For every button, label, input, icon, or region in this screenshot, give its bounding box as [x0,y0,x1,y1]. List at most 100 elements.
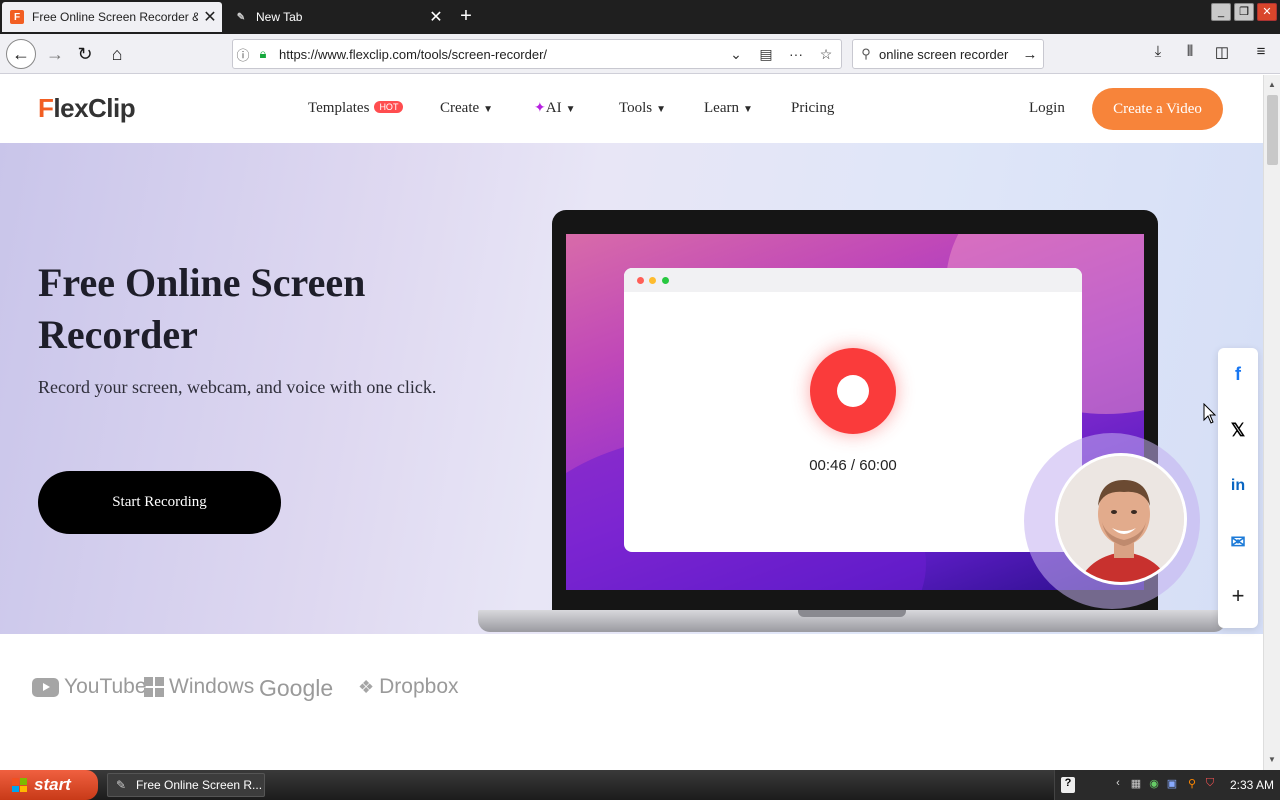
record-inner-dot [837,375,869,407]
brand-label: YouTube [64,675,147,698]
x-twitter-icon[interactable]: 𝕏 [1218,410,1258,450]
search-tray-icon[interactable]: ⚲ [1185,777,1199,793]
back-arrow-icon[interactable]: ← [6,39,36,69]
taskbar-clock: 2:33 AM [1229,778,1275,792]
start-button[interactable]: start [0,770,98,800]
youtube-play-icon [32,677,59,697]
email-icon[interactable]: ✉ [1218,522,1258,562]
minimize-window-icon[interactable]: _ [1211,3,1231,21]
google-logo: Google [259,675,333,702]
nav-label: Learn [704,100,739,116]
nav-label: Pricing [791,100,835,116]
logo-initial: F [38,93,54,123]
close-dot-icon [637,277,644,284]
new-tab-icon[interactable]: + [455,5,477,28]
hot-badge: HOT [374,101,404,113]
lock-icon[interactable]: 🔒︎ [253,46,273,62]
chevron-down-icon: ▼ [656,104,667,115]
network-icon[interactable]: ▣ [1165,777,1179,793]
scroll-down-arrow-icon[interactable]: ▼ [1264,752,1280,768]
downloads-icon[interactable]: ⤓ [1147,43,1169,65]
flexclip-logo[interactable]: FlexClip [38,93,136,124]
dropbox-logo: ❖ Dropbox [358,675,459,699]
tray-app-icon[interactable]: ▦ [1129,777,1143,793]
site-header: FlexClip Templates HOT Create ▼ ✦AI ▼ Tools… [0,75,1263,143]
share-sidebar: f 𝕏 in ✉ + [1218,348,1258,628]
start-recording-button[interactable]: Start Recording [38,471,281,534]
address-bar[interactable]: ⓘ 🔒︎ https://www.flexclip.com/tools/scre… [232,39,842,69]
flexclip-favicon-icon: F [10,10,24,24]
reload-icon[interactable]: ↻ [72,41,98,67]
search-bar[interactable]: ⚲ online screen recorder → [852,39,1044,69]
tray-expand-icon[interactable]: ‹ [1111,777,1125,793]
maximize-dot-icon [662,277,669,284]
close-window-icon[interactable]: ✕ [1257,3,1277,21]
nav-tools[interactable]: Tools ▼ [619,100,666,117]
library-icon[interactable]: ⫴ [1179,43,1201,65]
more-share-plus-icon[interactable]: + [1218,576,1258,616]
nav-learn[interactable]: Learn ▼ [704,100,753,117]
firefox-task-icon: ✎ [116,778,127,792]
start-label: start [34,775,71,794]
tab-new-tab[interactable]: ✎ New Tab ✕ [226,2,448,32]
tab-title: New Tab [256,10,303,24]
chevron-down-icon: ▼ [742,104,753,115]
linkedin-icon[interactable]: in [1218,466,1258,506]
windows-logo: Windows [144,675,254,699]
chevron-down-icon: ▼ [483,104,494,115]
reader-view-icon[interactable]: ▤ [751,46,781,63]
create-video-button[interactable]: Create a Video [1092,88,1223,130]
webcam-avatar [1055,453,1187,585]
scrollbar-thumb[interactable] [1267,95,1278,165]
scroll-up-arrow-icon[interactable]: ▲ [1264,77,1280,93]
browser-tab-bar: F Free Online Screen Recorder & We ✕ ✎ N… [0,0,1280,34]
close-tab-icon[interactable]: ✕ [424,7,448,27]
hero-subtitle: Record your screen, webcam, and voice wi… [38,377,437,397]
page-scrollbar[interactable]: ▲ ▼ [1263,75,1280,770]
os-taskbar: start ✎ Free Online Screen R... ? ‹ ▦ ◉ … [0,770,1280,800]
forward-arrow-icon[interactable]: → [42,41,68,67]
shield-icon[interactable]: ⛉ [1203,777,1217,793]
brand-label: Windows [169,675,255,698]
url-text[interactable]: https://www.flexclip.com/tools/screen-re… [273,47,721,62]
chevron-down-icon: ▼ [565,104,576,115]
minimize-dot-icon [649,277,656,284]
nav-ai[interactable]: ✦AI ▼ [534,100,575,117]
browser-toolbar: ← → ↻ ⌂ ⓘ 🔒︎ https://www.flexclip.com/to… [0,34,1280,74]
hero-section: Free Online Screen Recorder Record your … [0,143,1263,634]
info-icon[interactable]: ⓘ [233,45,253,64]
tab-title: Free Online Screen Recorder & We [32,10,198,24]
nav-label: AI [545,100,562,116]
search-go-arrow-icon[interactable]: → [1017,46,1043,63]
recording-timer: 00:46 / 60:00 [809,457,897,474]
window-titlebar [624,268,1082,292]
nav-templates[interactable]: Templates HOT [308,100,404,117]
help-icon[interactable]: ? [1061,777,1075,793]
laptop-notch [798,610,906,617]
tray-app-icon[interactable]: ◉ [1147,777,1161,793]
bookmark-star-icon[interactable]: ☆ [811,46,841,63]
windows-flag-icon [12,778,28,792]
laptop-base [478,610,1226,632]
restore-window-icon[interactable]: ❐ [1234,3,1254,21]
new-tab-favicon-icon: ✎ [236,11,246,23]
login-link[interactable]: Login [1029,100,1065,117]
dropdown-chevron-icon[interactable]: ⌄ [721,46,751,63]
close-tab-icon[interactable]: ✕ [198,7,222,27]
nav-pricing[interactable]: Pricing [791,100,834,117]
task-title: Free Online Screen R... [136,778,263,792]
sidebar-icon[interactable]: ◫ [1211,43,1233,65]
taskbar-window-button[interactable]: ✎ Free Online Screen R... [107,773,265,797]
youtube-logo: YouTube [32,675,147,699]
tab-flexclip[interactable]: F Free Online Screen Recorder & We ✕ [2,2,222,32]
facebook-icon[interactable]: f [1218,354,1258,394]
home-icon[interactable]: ⌂ [104,41,130,67]
hero-title: Free Online Screen Recorder [38,260,366,357]
hamburger-menu-icon[interactable]: ≡ [1250,43,1272,65]
nav-create[interactable]: Create ▼ [440,100,493,117]
nav-label: Templates [308,100,370,116]
page-actions-icon[interactable]: ··· [781,46,811,62]
sparkle-icon: ✦ [534,101,546,116]
search-input[interactable]: online screen recorder [879,47,1017,62]
brand-label: Google [259,675,334,701]
